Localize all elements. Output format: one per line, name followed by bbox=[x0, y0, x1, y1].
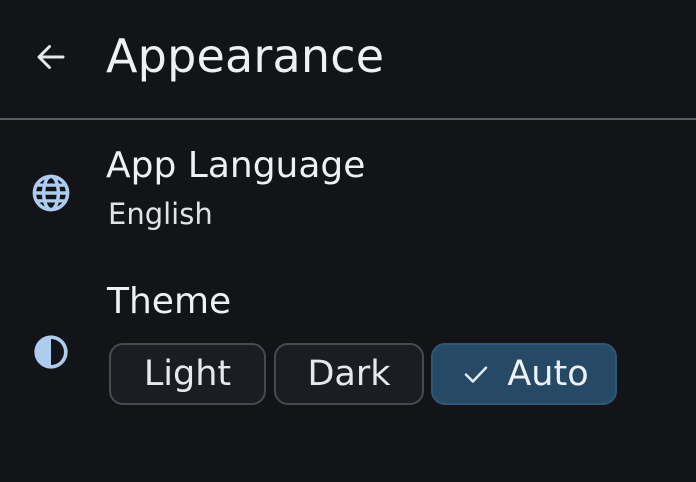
app-language-setting[interactable]: App Language English bbox=[0, 122, 696, 240]
theme-title: Theme bbox=[107, 281, 232, 322]
app-language-title: App Language bbox=[106, 145, 366, 186]
theme-option-dark[interactable]: Dark bbox=[274, 343, 424, 405]
theme-option-label: Light bbox=[143, 354, 232, 394]
theme-option-light[interactable]: Light bbox=[109, 343, 266, 405]
theme-option-label: Dark bbox=[307, 354, 391, 394]
checkmark-icon bbox=[465, 366, 488, 383]
globe-icon bbox=[32, 174, 70, 212]
theme-option-auto[interactable]: Auto bbox=[431, 343, 617, 405]
app-language-value: English bbox=[108, 197, 213, 231]
arrow-left-icon bbox=[37, 45, 65, 69]
theme-option-label: Auto bbox=[507, 354, 589, 394]
top-app-bar: Appearance bbox=[0, 0, 696, 120]
back-button[interactable] bbox=[28, 34, 74, 80]
contrast-icon bbox=[34, 335, 68, 369]
page-title: Appearance bbox=[106, 29, 385, 83]
